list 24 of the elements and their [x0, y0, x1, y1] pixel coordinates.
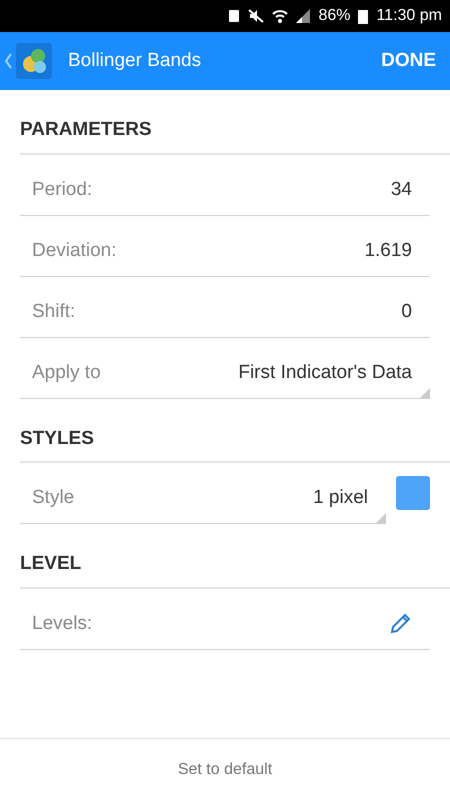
color-swatch[interactable]: [396, 476, 430, 510]
section-header: PARAMETERS: [20, 116, 450, 154]
section-header: STYLES: [20, 424, 450, 463]
battery-level: 86%: [318, 6, 350, 26]
input-field[interactable]: Shift: 0: [20, 294, 430, 338]
signal-icon: [296, 9, 310, 23]
dropdown-corner-icon: [376, 513, 386, 523]
back-icon: [4, 53, 12, 69]
mute-icon: [248, 9, 264, 23]
input-field[interactable]: Deviation: 1.619: [20, 232, 430, 276]
wifi-icon: [272, 9, 288, 23]
set-default-button[interactable]: Set to default: [172, 756, 278, 782]
back-button[interactable]: [4, 43, 52, 79]
section-header: LEVEL: [20, 550, 450, 588]
notification-icon: [228, 9, 240, 23]
dropdown[interactable]: Apply to First Indicator's Data: [20, 354, 430, 398]
app-logo-icon: [16, 43, 52, 79]
input-field[interactable]: Period: 34: [20, 172, 430, 216]
status-time: 11:30 pm: [376, 6, 442, 26]
screen-title: Bollinger Bands: [68, 48, 202, 73]
edit-icon[interactable]: [388, 612, 412, 636]
dropdown[interactable]: Style 1 pixel: [20, 480, 386, 524]
dropdown-corner-icon: [420, 388, 430, 398]
battery-icon: [358, 8, 368, 24]
